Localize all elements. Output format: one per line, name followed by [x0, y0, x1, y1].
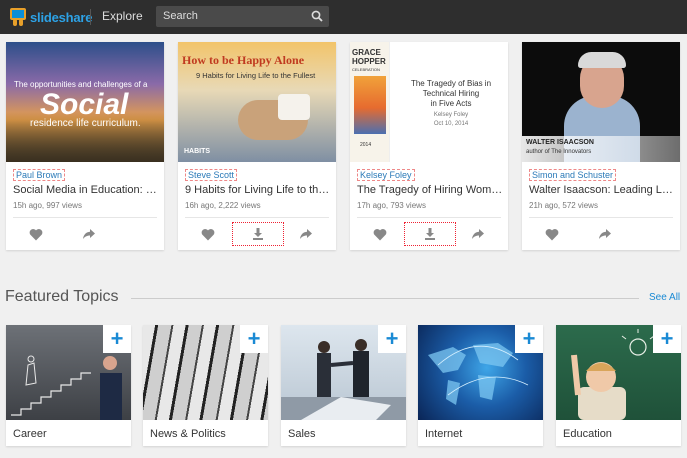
heart-icon [545, 228, 559, 240]
card-divider [13, 217, 157, 218]
plus-icon: + [110, 326, 124, 351]
thumb-line: author of The Innovators [526, 149, 592, 155]
share-button[interactable] [293, 222, 319, 246]
presentation-meta: 15h ago, 997 views [13, 201, 82, 210]
search-placeholder: Search [163, 10, 198, 22]
slideshare-logo[interactable]: slideshare [10, 7, 93, 27]
thumb-line: in Five Acts [430, 99, 472, 108]
presentation-title[interactable]: Social Media in Education: … [13, 184, 159, 196]
explore-link[interactable]: Explore [102, 9, 143, 23]
thumb-line: How to be Happy Alone [182, 53, 305, 67]
presentation-meta: 17h ago, 793 views [357, 201, 426, 210]
share-icon [300, 229, 312, 239]
presentation-card[interactable]: How to be Happy Alone 9 Habits for Livin… [178, 42, 336, 250]
thumb-line: 9 Habits for Living Life to the Fullest [196, 71, 316, 80]
topic-card-news-politics[interactable]: + News & Politics [143, 325, 268, 446]
share-button[interactable] [76, 222, 102, 246]
presentation-card[interactable]: WALTER ISAACSON author of The Innovators… [522, 42, 680, 250]
share-icon [83, 229, 95, 239]
topic-label: Sales [288, 428, 316, 440]
presentation-thumbnail[interactable]: WALTER ISAACSON author of The Innovators [522, 42, 680, 162]
thumb-line: GRACE [352, 48, 381, 57]
topic-label: Education [563, 428, 612, 440]
see-all-link[interactable]: See All [649, 292, 680, 303]
download-icon [425, 228, 435, 240]
like-button[interactable] [195, 222, 221, 246]
topic-card-education[interactable]: + Education [556, 325, 681, 446]
logo-text: slideshare [30, 9, 93, 25]
like-button[interactable] [23, 222, 49, 246]
share-icon [599, 229, 611, 239]
thumb-line: Social [40, 88, 129, 121]
search-input[interactable]: Search [156, 6, 329, 27]
heading-rule [131, 298, 639, 299]
heart-icon [373, 228, 387, 240]
thumb-line: HOPPER [352, 57, 386, 66]
download-button[interactable] [404, 222, 456, 246]
slideshare-logo-icon [10, 8, 26, 26]
like-button[interactable] [367, 222, 393, 246]
thumb-line: Oct 10, 2014 [433, 121, 469, 127]
presentation-title[interactable]: The Tragedy of Hiring Wome… [357, 184, 503, 196]
presentation-title[interactable]: Walter Isaacson: Leading La… [529, 184, 675, 196]
thumb-line: Kelsey Foley [433, 112, 469, 118]
presentation-thumbnail[interactable]: GRACE HOPPER CELEBRATION 2014 The Traged… [350, 42, 508, 162]
author-link[interactable]: Simon and Schuster [529, 169, 617, 181]
thumb-line: residence life curriculum. [30, 118, 141, 129]
heart-icon [201, 228, 215, 240]
download-button[interactable] [232, 222, 284, 246]
topic-label: Career [13, 428, 47, 440]
plus-icon: + [660, 326, 674, 351]
presentation-title[interactable]: 9 Habits for Living Life to th… [185, 184, 331, 196]
author-link[interactable]: Steve Scott [185, 169, 238, 181]
top-navigation-bar: slideshare Explore Search [0, 0, 687, 34]
topic-card-sales[interactable]: + Sales [281, 325, 406, 446]
author-link[interactable]: Kelsey Foley [357, 169, 415, 181]
thumb-line: HABITS [184, 148, 211, 155]
presentation-thumbnail[interactable]: The opportunities and challenges of a So… [6, 42, 164, 162]
author-link[interactable]: Paul Brown [13, 169, 66, 181]
thumb-line: The Tragedy of Bias in [410, 79, 492, 88]
thumb-line: 2014 [360, 142, 372, 148]
topic-label: Internet [425, 428, 463, 440]
heart-icon [29, 228, 43, 240]
plus-icon: + [522, 326, 536, 351]
featured-topics-heading: Featured Topics [5, 288, 119, 305]
card-divider [185, 217, 329, 218]
topic-card-career[interactable]: + Career [6, 325, 131, 446]
presentation-card[interactable]: GRACE HOPPER CELEBRATION 2014 The Traged… [350, 42, 508, 250]
follow-topic-button[interactable]: + [515, 325, 543, 353]
presentation-meta: 21h ago, 572 views [529, 201, 598, 210]
card-divider [529, 217, 673, 218]
presentation-thumbnail[interactable]: How to be Happy Alone 9 Habits for Livin… [178, 42, 336, 162]
topic-card-internet[interactable]: + Internet [418, 325, 543, 446]
thumb-line: Technical Hiring [422, 89, 480, 98]
follow-topic-button[interactable]: + [240, 325, 268, 353]
plus-icon: + [385, 326, 399, 351]
share-button[interactable] [465, 222, 491, 246]
card-divider [357, 217, 501, 218]
thumb-line: CELEBRATION [352, 67, 380, 72]
follow-topic-button[interactable]: + [653, 325, 681, 353]
topic-label: News & Politics [150, 428, 226, 440]
follow-topic-button[interactable]: + [378, 325, 406, 353]
presentation-meta: 16h ago, 2,222 views [185, 201, 261, 210]
nav-separator [90, 9, 91, 25]
thumb-line: WALTER ISAACSON [526, 139, 594, 146]
plus-icon: + [247, 326, 261, 351]
download-icon [253, 228, 263, 240]
presentation-card[interactable]: The opportunities and challenges of a So… [6, 42, 164, 250]
search-icon[interactable] [311, 10, 323, 22]
share-icon [472, 229, 484, 239]
follow-topic-button[interactable]: + [103, 325, 131, 353]
like-button[interactable] [539, 222, 565, 246]
share-button[interactable] [592, 222, 618, 246]
